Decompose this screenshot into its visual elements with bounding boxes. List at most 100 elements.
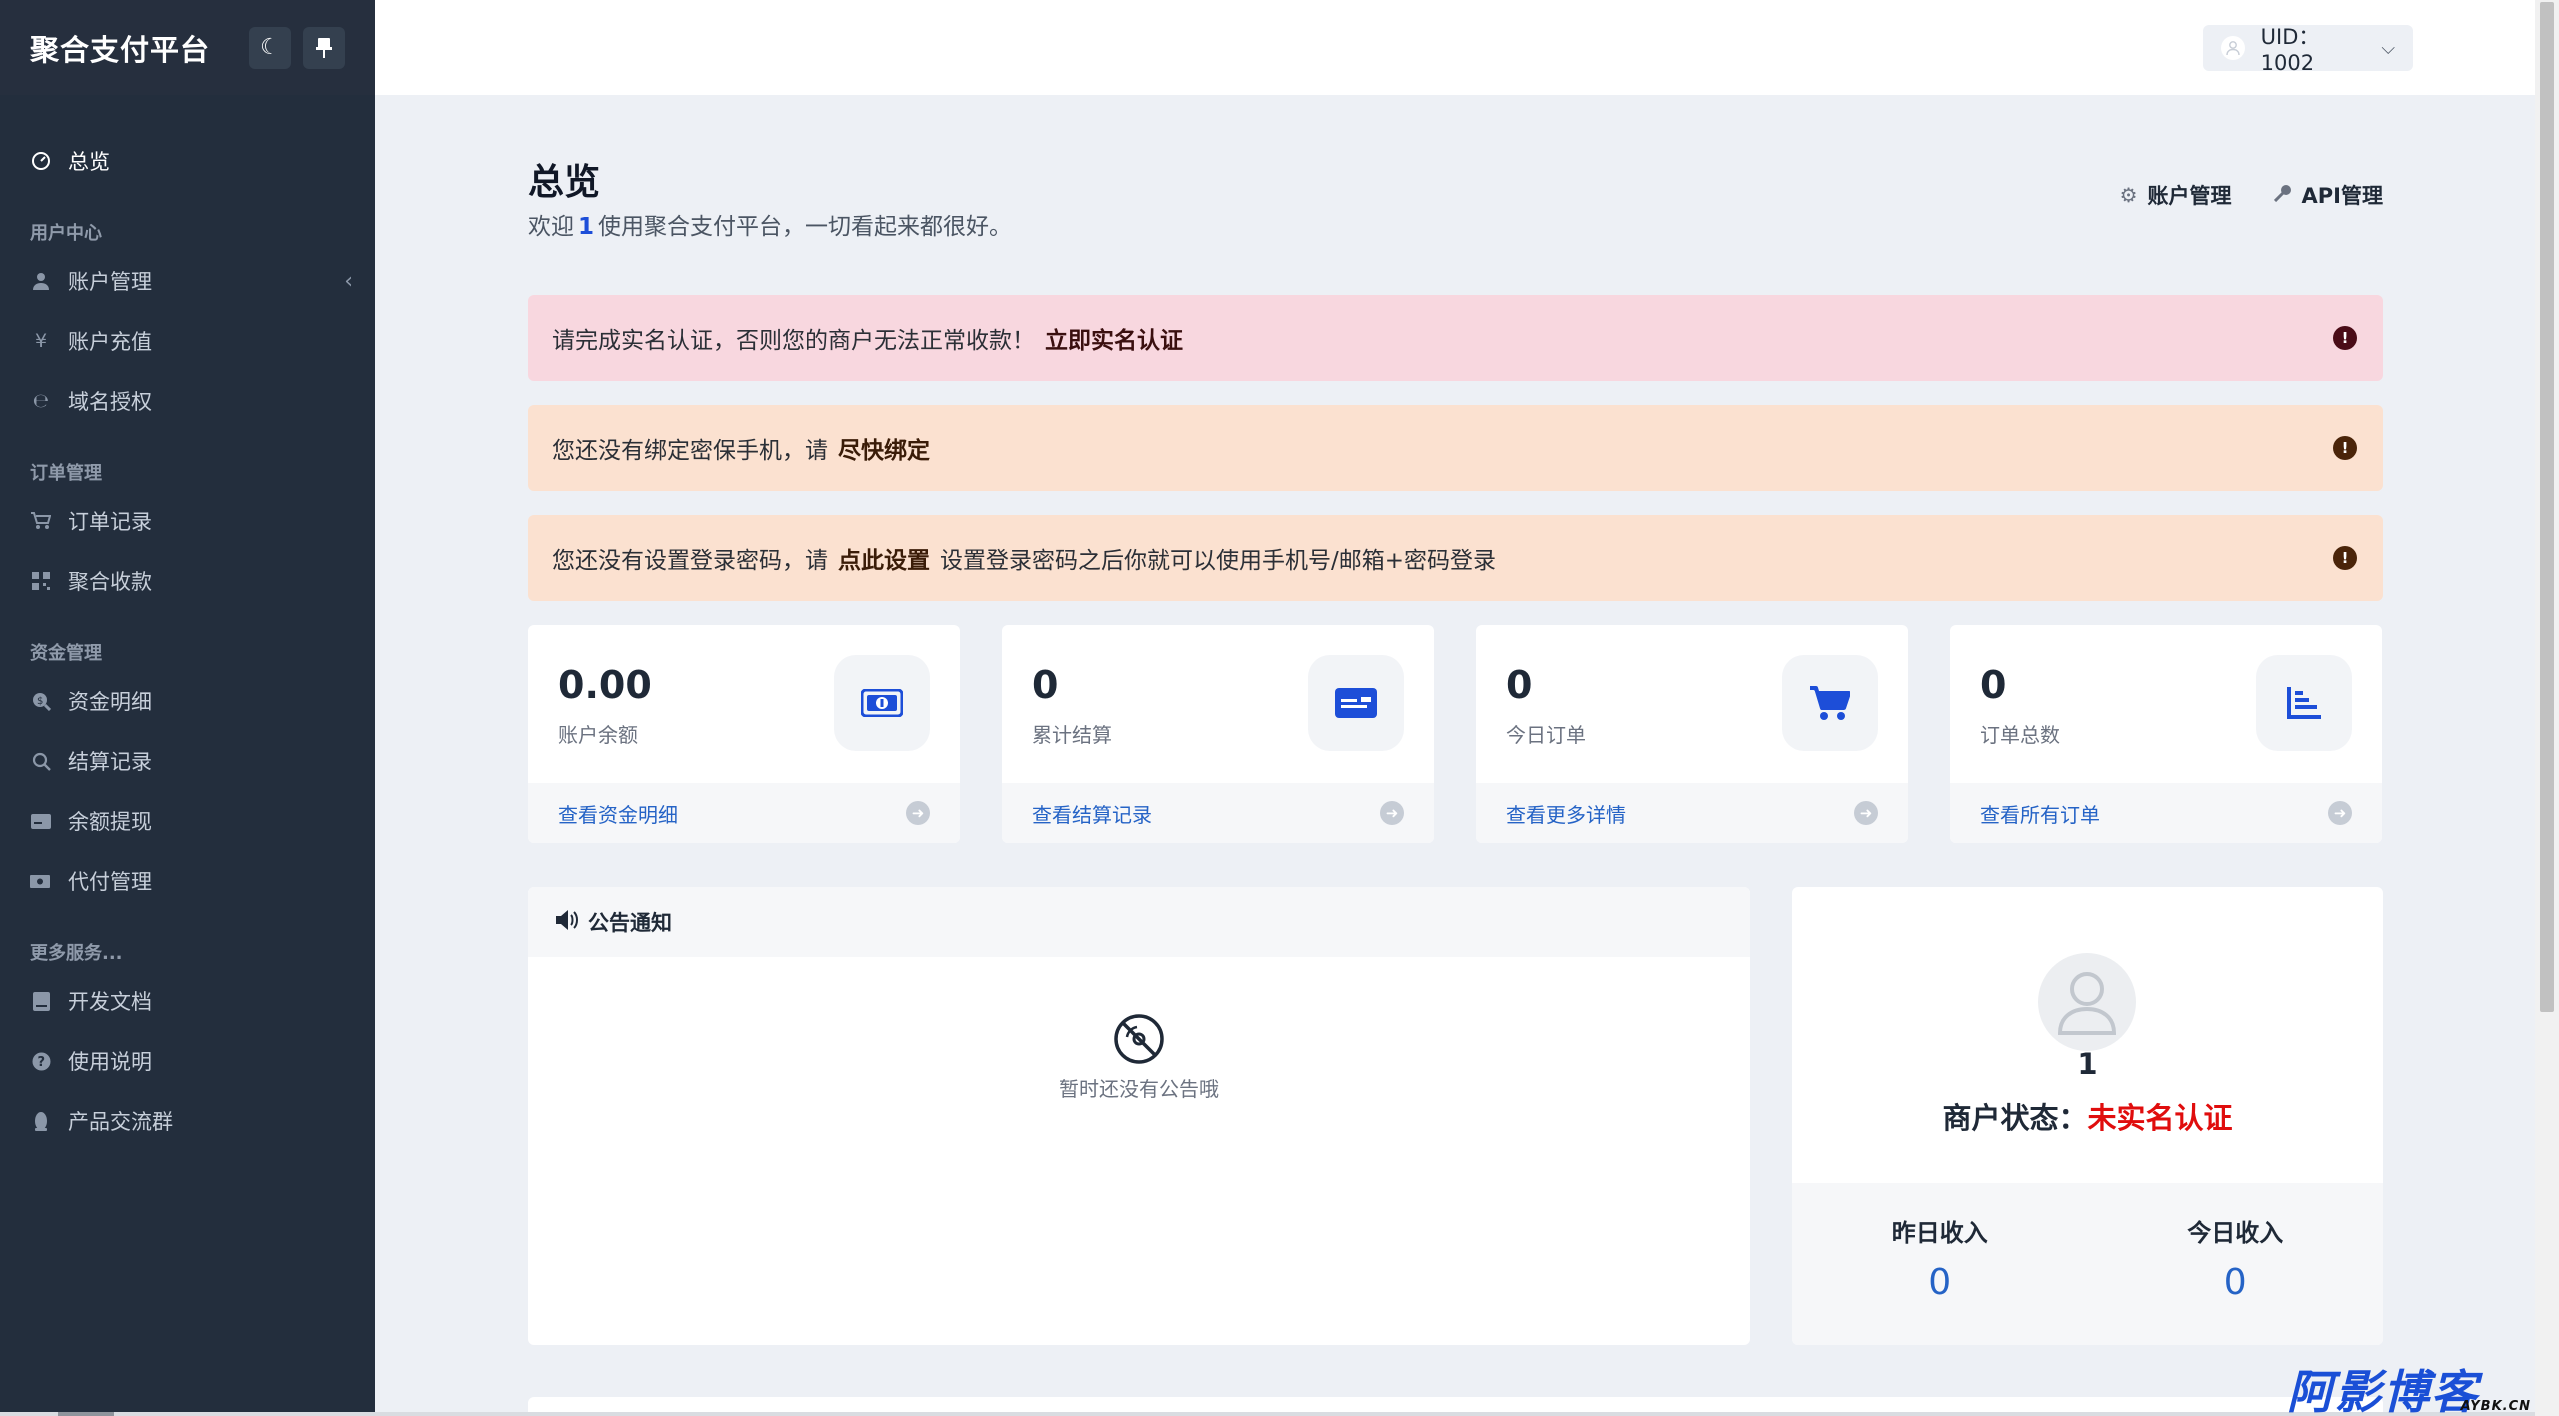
alert-text-after: 设置登录密码之后你就可以使用手机号/邮箱+密码登录 xyxy=(940,548,1497,574)
sidebar-item-withdraw[interactable]: 余额提现 xyxy=(0,791,375,851)
card-icon xyxy=(30,810,52,832)
stat-card-balance: 0.00 账户余额 查看资金明细 ➜ xyxy=(528,625,960,843)
penguin-icon xyxy=(30,1110,52,1132)
sidebar-item-label: 资金明细 xyxy=(68,690,152,714)
qrcode-icon xyxy=(30,570,52,592)
search-icon xyxy=(30,750,52,772)
merchant-name: 1 xyxy=(2077,1047,2098,1081)
sidebar-item-label: 账户充值 xyxy=(68,330,152,354)
today-income-value: 0 xyxy=(2223,1262,2247,1303)
user-menu-button[interactable]: UID：1002 ⌵ xyxy=(2203,25,2413,75)
brand-title[interactable]: 聚合支付平台 xyxy=(30,27,237,69)
sidebar-item-docs[interactable]: 开发文档 xyxy=(0,971,375,1031)
avatar-icon xyxy=(2221,36,2245,60)
sidebar-item-domain[interactable]: ℮ 域名授权 xyxy=(0,371,375,431)
page-title: 总览 xyxy=(528,162,601,203)
sidebar-item-guide[interactable]: ? 使用说明 xyxy=(0,1031,375,1091)
yesterday-income-value: 0 xyxy=(1928,1262,1952,1303)
stat-label: 累计结算 xyxy=(1032,723,1112,747)
stat-label: 今日订单 xyxy=(1506,723,1586,747)
sidebar-item-label: 账户管理 xyxy=(68,270,152,294)
notice-empty: 暂时还没有公告哦 xyxy=(528,957,1750,1102)
horizontal-scrollbar[interactable] xyxy=(0,1412,2535,1416)
sidebar-item-label: 代付管理 xyxy=(68,870,152,894)
merchant-status-value: 未实名认证 xyxy=(2087,1101,2233,1135)
alert-set-password: 您还没有设置登录密码，请 点此设置 设置登录密码之后你就可以使用手机号/邮箱+密… xyxy=(528,515,2383,601)
stat-card-settlement: 0 累计结算 查看结算记录 ➜ xyxy=(1002,625,1434,843)
sidebar-item-order-records[interactable]: 订单记录 xyxy=(0,491,375,551)
user-icon xyxy=(30,270,52,292)
search-dollar-icon: $ xyxy=(30,690,52,712)
cogs-icon: ⚙ xyxy=(2119,183,2138,207)
nav-section-user: 用户中心 xyxy=(30,223,102,244)
subtitle-prefix: 欢迎 xyxy=(528,214,574,240)
alert-text: 您还没有绑定密保手机，请 xyxy=(552,438,828,464)
nav-section-funds: 资金管理 xyxy=(30,643,102,664)
yen-icon: ¥ xyxy=(34,330,48,352)
key-icon xyxy=(2273,183,2292,207)
bind-phone-link[interactable]: 尽快绑定 xyxy=(838,431,930,465)
account-manage-link[interactable]: ⚙ 账户管理 xyxy=(2120,180,2232,210)
sidebar-item-recharge[interactable]: ¥ 账户充值 xyxy=(0,311,375,371)
cart-icon xyxy=(30,510,52,532)
api-manage-link[interactable]: API管理 xyxy=(2273,180,2383,210)
subtitle-uid: 1 xyxy=(578,214,595,240)
sidebar-item-settlement[interactable]: 结算记录 xyxy=(0,731,375,791)
empty-disc-icon xyxy=(1114,1014,1164,1064)
money-icon xyxy=(30,870,52,892)
sidebar: 聚合支付平台 ☾ 总览 用户中心 账户管理 ‹ ¥ 账户充值 ℮ 域名授权 订单… xyxy=(0,0,375,1416)
sidebar-item-payout[interactable]: 代付管理 xyxy=(0,851,375,911)
stat-link-label: 查看所有订单 xyxy=(1980,802,2100,827)
sidebar-pin-button[interactable] xyxy=(303,26,345,69)
main-content: 总览 欢迎 1 使用聚合支付平台，一切看起来都很好。 ⚙ 账户管理 API管理 请完… xyxy=(528,95,2383,1345)
stat-link-all-orders[interactable]: 查看所有订单 ➜ xyxy=(1950,783,2382,843)
notice-panel: 公告通知 暂时还没有公告哦 xyxy=(528,887,1750,1345)
user-avatar-icon xyxy=(2057,972,2117,1035)
vertical-scrollbar[interactable] xyxy=(2535,0,2559,1416)
sidebar-item-overview[interactable]: 总览 xyxy=(0,131,375,191)
sidebar-item-label: 余额提现 xyxy=(68,810,152,834)
sidebar-item-label: 使用说明 xyxy=(68,1050,152,1074)
subtitle-suffix: 使用聚合支付平台，一切看起来都很好。 xyxy=(598,214,1013,240)
stat-value: 0 xyxy=(1032,663,1059,707)
yesterday-income: 昨日收入 0 xyxy=(1792,1183,2088,1345)
exclamation-circle-icon: ! xyxy=(2333,546,2357,570)
alert-text: 请完成实名认证，否则您的商户无法正常收款！ xyxy=(552,328,1035,354)
book-icon xyxy=(30,990,52,1012)
sidebar-item-account[interactable]: 账户管理 ‹ xyxy=(0,251,375,311)
ie-icon: ℮ xyxy=(32,390,50,412)
money-bill-icon xyxy=(834,655,930,751)
stat-link-settlement[interactable]: 查看结算记录 ➜ xyxy=(1002,783,1434,843)
realname-verify-link[interactable]: 立即实名认证 xyxy=(1045,321,1183,355)
sidebar-item-label: 聚合收款 xyxy=(68,570,152,594)
nav-section-more: 更多服务... xyxy=(30,943,123,964)
uid-label: UID：1002 xyxy=(2260,25,2320,75)
notice-title: 公告通知 xyxy=(588,911,672,935)
dark-mode-toggle[interactable]: ☾ xyxy=(249,26,291,69)
chevron-left-icon: ‹ xyxy=(344,268,353,294)
stat-value: 0 xyxy=(1980,663,2007,707)
merchant-status: 商户状态：未实名认证 xyxy=(1792,1095,2383,1137)
stat-link-fund-details[interactable]: 查看资金明细 ➜ xyxy=(528,783,960,843)
top-bar: UID：1002 ⌵ xyxy=(375,0,2535,95)
thumbtack-icon xyxy=(316,37,332,58)
sidebar-item-aggregate[interactable]: 聚合收款 xyxy=(0,551,375,611)
horizontal-scrollbar-thumb[interactable] xyxy=(58,1412,114,1416)
stats-row: 0.00 账户余额 查看资金明细 ➜ 0 累计结算 查看结算记录 ➜ 0 今日订… xyxy=(528,625,2383,843)
question-icon: ? xyxy=(30,1050,52,1072)
cart-icon xyxy=(1782,655,1878,751)
set-password-link[interactable]: 点此设置 xyxy=(838,541,930,575)
sidebar-item-fund-details[interactable]: $ 资金明细 xyxy=(0,671,375,731)
svg-text:?: ? xyxy=(37,1055,45,1070)
sidebar-nav: 总览 用户中心 账户管理 ‹ ¥ 账户充值 ℮ 域名授权 订单管理 订单记录 聚… xyxy=(0,95,375,1151)
stat-link-today-orders[interactable]: 查看更多详情 ➜ xyxy=(1476,783,1908,843)
merchant-avatar xyxy=(2038,953,2136,1051)
watermark-logo: 阿影博客 AYBK.CN xyxy=(2287,1356,2537,1416)
stat-card-today-orders: 0 今日订单 查看更多详情 ➜ xyxy=(1476,625,1908,843)
sidebar-item-group[interactable]: 产品交流群 xyxy=(0,1091,375,1151)
today-income: 今日收入 0 xyxy=(2088,1183,2384,1345)
merchant-status-label: 商户状态： xyxy=(1942,1101,2088,1135)
alert-text: 您还没有设置登录密码，请 xyxy=(552,548,828,574)
scrollbar-thumb[interactable] xyxy=(2540,2,2554,1012)
income-summary: 昨日收入 0 今日收入 0 xyxy=(1792,1183,2383,1345)
